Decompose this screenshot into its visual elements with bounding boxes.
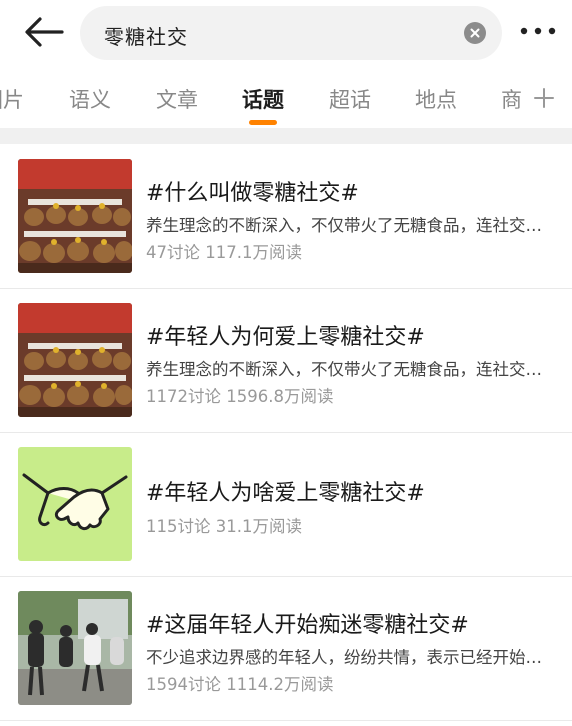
search-query[interactable]: 零糖社交 xyxy=(104,21,188,50)
topic-thumbnail xyxy=(18,303,132,417)
topic-title[interactable]: #这届年轻人开始痴迷零糖社交# xyxy=(146,607,469,639)
topic-description: 养生理念的不断深入，不仅带火了无糖食品，连社交也开始追求“零糖” xyxy=(146,360,556,379)
topic-stats: 1594讨论 1114.2万阅读 xyxy=(146,675,334,694)
topic-title[interactable]: #年轻人为何爱上零糖社交# xyxy=(146,319,425,351)
search-field[interactable]: 零糖社交 xyxy=(80,6,502,60)
more-icon[interactable] xyxy=(518,22,558,40)
topic-description: 不少追求边界感的年轻人，纷纷共情，表示已经开始零糖社交 xyxy=(146,648,556,667)
list-item[interactable]: #年轻人为啥爱上零糖社交# 115讨论 31.1万阅读 xyxy=(0,433,572,577)
tab-images[interactable]: 图片 xyxy=(0,84,24,114)
topic-stats: 1172讨论 1596.8万阅读 xyxy=(146,387,334,406)
divider xyxy=(0,720,572,721)
topic-thumbnail xyxy=(18,447,132,561)
tab-super-topics[interactable]: 超话 xyxy=(329,84,371,114)
tab-shop[interactable]: 商 xyxy=(501,84,522,114)
topic-thumbnail xyxy=(18,159,132,273)
topic-thumbnail xyxy=(18,591,132,705)
tab-articles[interactable]: 文章 xyxy=(156,84,198,114)
list-item[interactable]: #年轻人为何爱上零糖社交# 养生理念的不断深入，不仅带火了无糖食品，连社交也开始… xyxy=(0,289,572,433)
topic-title[interactable]: #年轻人为啥爱上零糖社交# xyxy=(146,475,425,507)
topic-description: 养生理念的不断深入，不仅带火了无糖食品，连社交也开始追求“零糖” xyxy=(146,216,556,235)
top-bar: 零糖社交 xyxy=(0,0,572,64)
back-arrow-icon[interactable] xyxy=(22,14,66,50)
section-divider-band xyxy=(0,128,572,144)
plus-icon[interactable] xyxy=(532,86,556,110)
topic-stats: 47讨论 117.1万阅读 xyxy=(146,243,302,262)
handshake-icon xyxy=(18,447,132,561)
category-tabs: 图片 语义 文章 话题 超话 地点 商 xyxy=(0,66,572,128)
tab-semantic[interactable]: 语义 xyxy=(69,84,111,114)
list-item[interactable]: #什么叫做零糖社交# 养生理念的不断深入，不仅带火了无糖食品，连社交也开始追求“… xyxy=(0,145,572,289)
tab-places[interactable]: 地点 xyxy=(415,84,457,114)
topic-stats: 115讨论 31.1万阅读 xyxy=(146,517,302,536)
clear-icon[interactable] xyxy=(464,22,486,44)
topic-title[interactable]: #什么叫做零糖社交# xyxy=(146,175,359,207)
tab-topics[interactable]: 话题 xyxy=(242,84,284,114)
list-item[interactable]: #这届年轻人开始痴迷零糖社交# 不少追求边界感的年轻人，纷纷共情，表示已经开始零… xyxy=(0,577,572,721)
active-tab-indicator xyxy=(249,120,277,125)
